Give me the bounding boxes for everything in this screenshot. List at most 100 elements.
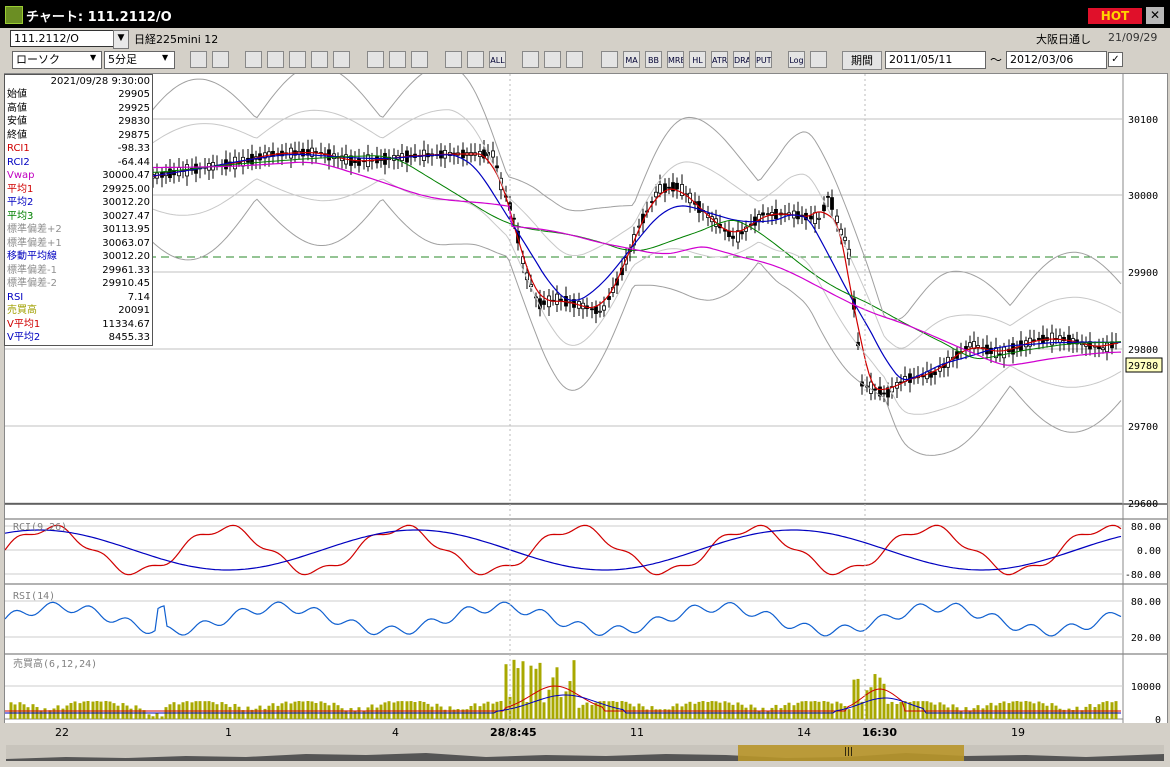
price-candle	[654, 191, 658, 198]
cursor-icon[interactable]	[389, 51, 406, 68]
start-date-input[interactable]: 2011/05/11	[885, 51, 986, 69]
volume-bar	[52, 708, 56, 719]
price-tick-label: 30000	[1128, 191, 1158, 202]
rci-panel-label: RCI(9,26)	[13, 522, 67, 533]
info-row: 売買高 20091	[7, 304, 150, 317]
volume-bar	[1045, 705, 1049, 719]
export-icon[interactable]	[810, 51, 827, 68]
put-icon[interactable]: PUT	[755, 51, 772, 68]
period-button[interactable]: 期間	[842, 51, 882, 70]
price-candle	[1002, 346, 1006, 359]
period-checkbox[interactable]: ✓	[1108, 52, 1123, 67]
volume-bar	[590, 704, 594, 719]
info-value: 7.14	[127, 291, 150, 303]
instrument-name: 日経225mini 12	[134, 33, 219, 46]
volume-bar	[994, 705, 998, 719]
price-candle	[740, 231, 744, 235]
price-candle	[766, 213, 770, 216]
volume-bar	[615, 701, 619, 719]
volume-panel-label: 売買高(6,12,24)	[13, 657, 97, 670]
title-bar	[0, 0, 1170, 28]
price-candle	[736, 230, 740, 243]
code-dropdown-button[interactable]: ▼	[113, 30, 129, 49]
volume-bar	[1028, 701, 1032, 719]
hl2-icon[interactable]: HL	[689, 51, 706, 68]
volume-bar	[293, 701, 297, 719]
price-tick-label: 29600	[1128, 499, 1158, 510]
volume-bar	[13, 704, 17, 719]
volume-bar	[1080, 710, 1084, 719]
volume-bar	[203, 701, 207, 719]
dra-icon[interactable]: DRA	[733, 51, 750, 68]
bar-icon[interactable]	[289, 51, 306, 68]
candle-icon[interactable]	[245, 51, 262, 68]
code-input[interactable]: 111.2112/O	[10, 30, 117, 47]
volume-bar	[254, 708, 258, 719]
info-key: 移動平均線	[7, 251, 57, 262]
volume-bar	[134, 705, 138, 719]
end-date-input[interactable]: 2012/03/06	[1006, 51, 1107, 69]
note-icon[interactable]	[333, 51, 350, 68]
crosshair-icon[interactable]	[212, 51, 229, 68]
info-key: 標準偏差+1	[7, 237, 62, 249]
info-key: 平均1	[7, 183, 34, 195]
interval-chevron-icon: ▼	[162, 53, 169, 62]
volume-bar	[688, 701, 692, 719]
palette-icon[interactable]	[566, 51, 583, 68]
chart-type-chevron-icon: ▼	[90, 53, 97, 62]
brush-icon[interactable]	[544, 51, 561, 68]
bb2-icon[interactable]: BB	[645, 51, 662, 68]
ohlc-icon[interactable]	[467, 51, 484, 68]
chart-type-select[interactable]: ローソク	[12, 51, 102, 69]
volume-bar	[774, 704, 778, 719]
info-value: 11334.67	[102, 318, 150, 330]
volume-bar	[516, 668, 520, 719]
info-value: 30012.20	[102, 197, 150, 208]
arrow-icon[interactable]	[411, 51, 428, 68]
atr-icon[interactable]: ATR	[711, 51, 728, 68]
close-button[interactable]: ✕	[1146, 7, 1164, 24]
hot-badge[interactable]: HOT	[1088, 8, 1142, 24]
volume-bar	[418, 701, 422, 719]
mre-icon[interactable]: MRE	[667, 51, 684, 68]
volume-bar	[624, 701, 628, 719]
volume-bar	[409, 701, 413, 719]
volume-bar	[362, 710, 366, 719]
pen-icon[interactable]	[367, 51, 384, 68]
volume-bar	[1054, 705, 1058, 719]
info-key: 安値	[7, 116, 27, 127]
volume-bar	[873, 674, 877, 719]
volume-bar	[856, 678, 860, 719]
volume-bar	[1011, 701, 1015, 719]
chart-area[interactable]: 30100 30000 29900 29800 29700 29600 29780 RCI(9…	[4, 73, 1168, 725]
info-row: 安値 29830	[7, 115, 150, 128]
volume-bar	[607, 701, 611, 719]
box-icon[interactable]	[311, 51, 328, 68]
bb-icon[interactable]	[601, 51, 618, 68]
trend-icon[interactable]	[267, 51, 284, 68]
search-icon[interactable]	[190, 51, 207, 68]
info-row: 標準偏差-1 29961.33	[7, 264, 150, 277]
time-axis-label: 14	[797, 726, 811, 739]
volume-bar	[31, 704, 35, 719]
volume-bar	[301, 701, 305, 719]
volume-bar	[224, 704, 228, 719]
price-candle	[830, 197, 834, 210]
volume-bar	[933, 704, 937, 719]
volume-bar	[1037, 701, 1041, 719]
grid-icon[interactable]	[522, 51, 539, 68]
ma-icon[interactable]: MA	[623, 51, 640, 68]
info-key: V平均1	[7, 318, 41, 330]
chart-scrollbar[interactable]: |||	[6, 745, 1164, 761]
volume-bar	[327, 705, 331, 719]
price-candle	[491, 150, 495, 158]
volume-bar	[1002, 701, 1006, 719]
info-key: 標準偏差-2	[7, 278, 57, 289]
log-icon[interactable]: Log	[788, 51, 805, 68]
info-row: 始値 29905	[7, 88, 150, 101]
all-icon[interactable]: ALL	[489, 51, 506, 68]
volume-bar	[297, 701, 301, 719]
hl-icon[interactable]	[445, 51, 462, 68]
volume-bar	[56, 705, 60, 719]
time-axis-label: 11	[630, 726, 644, 739]
